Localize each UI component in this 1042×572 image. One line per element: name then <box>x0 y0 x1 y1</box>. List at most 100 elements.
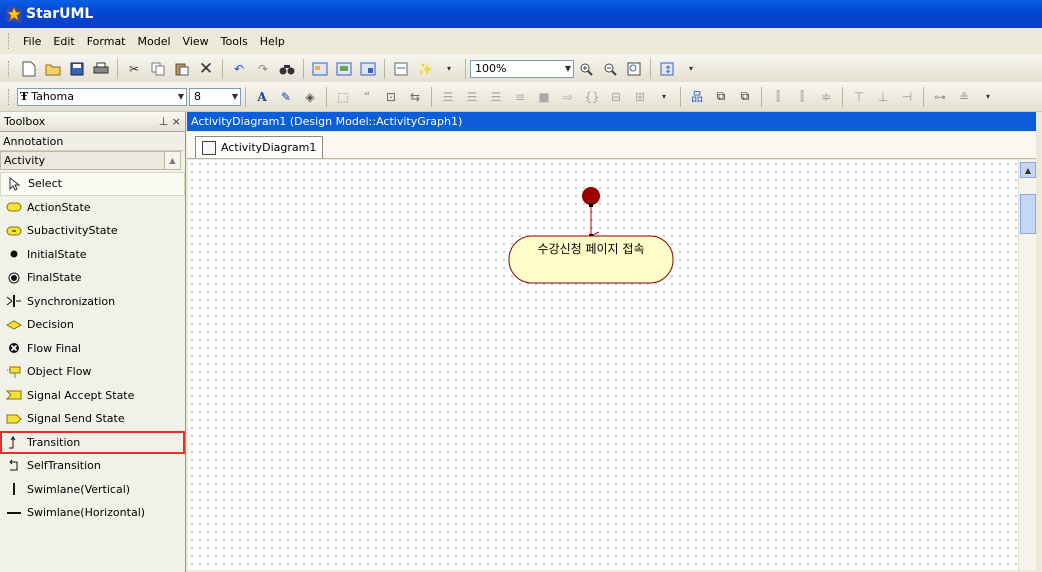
tool-decision[interactable]: Decision <box>0 313 185 337</box>
layout-icon[interactable]: 品 <box>687 87 707 107</box>
magic-icon[interactable]: ✨ <box>415 59 435 79</box>
list-icon[interactable]: ≡ <box>510 87 530 107</box>
tool-initialstate[interactable]: InitialState <box>0 243 185 267</box>
font-color-icon[interactable]: A <box>252 87 272 107</box>
section-activity[interactable]: Activity ▲ <box>0 151 181 170</box>
tool-label: Decision <box>27 318 74 332</box>
tool-signalaccept[interactable]: Signal Accept State <box>0 384 185 408</box>
redo-icon[interactable]: ↷ <box>253 59 273 79</box>
print-icon[interactable] <box>91 59 111 79</box>
zoom-combo[interactable]: 100% ▼ <box>470 59 574 78</box>
diagram-icon-3[interactable] <box>358 59 378 79</box>
font-name-combo[interactable]: Ŧ Tahoma ▼ <box>17 87 187 106</box>
window-title: StarUML <box>26 6 94 22</box>
tool-select[interactable]: Select <box>0 172 185 196</box>
tool-label: Synchronization <box>27 294 116 308</box>
diagram-canvas[interactable]: 수강신청 페이지 접속 <box>188 160 1018 570</box>
new-file-icon[interactable] <box>19 59 39 79</box>
dropdown-arrow-icon[interactable]: ▾ <box>978 87 998 107</box>
menu-help[interactable]: Help <box>254 35 291 48</box>
link-icon[interactable]: ⇨ <box>558 87 578 107</box>
fill-color-icon[interactable]: ◈ <box>300 87 320 107</box>
vertical-scrollbar[interactable]: ▲ <box>1018 160 1036 570</box>
space-vertical-icon[interactable]: ≗ <box>954 87 974 107</box>
toolbar-grip <box>8 60 11 77</box>
stereotype-icon[interactable]: “ <box>357 87 377 107</box>
space-horizontal-icon[interactable]: ⊶ <box>930 87 950 107</box>
transition-icon <box>6 435 22 449</box>
tool-subactivitystate[interactable]: SubactivityState <box>0 219 185 243</box>
dropdown-arrow-icon[interactable]: ▾ <box>439 59 459 79</box>
menu-view[interactable]: View <box>177 35 215 48</box>
box-icon[interactable]: ■ <box>534 87 554 107</box>
scroll-thumb[interactable] <box>1020 194 1036 234</box>
tool-signalsend[interactable]: Signal Send State <box>0 407 185 431</box>
tool-flowfinal[interactable]: Flow Final <box>0 337 185 361</box>
menu-edit[interactable]: Edit <box>47 35 80 48</box>
tool-actionstate[interactable]: ActionState <box>0 196 185 220</box>
font-size-value: 8 <box>194 90 201 103</box>
zoom-fit-icon[interactable] <box>624 59 644 79</box>
tool-transition[interactable]: Transition <box>0 430 185 454</box>
pin-close-icon[interactable]: ⊥ × <box>159 115 181 128</box>
tool-label: FinalState <box>27 271 82 285</box>
font-size-combo[interactable]: 8 ▼ <box>189 87 241 106</box>
tool-finalstate[interactable]: FinalState <box>0 266 185 290</box>
line-color-icon[interactable]: ✎ <box>276 87 296 107</box>
menu-tools[interactable]: Tools <box>215 35 254 48</box>
document-icon[interactable] <box>391 59 411 79</box>
menu-format[interactable]: Format <box>81 35 132 48</box>
tool-synchronization[interactable]: Synchronization <box>0 290 185 314</box>
cut-icon[interactable]: ✂ <box>124 59 144 79</box>
menu-file[interactable]: File <box>17 35 47 48</box>
align-icon[interactable]: ⊟ <box>606 87 626 107</box>
tab-activitydiagram1[interactable]: ActivityDiagram1 <box>195 136 324 158</box>
tool-swimlane-vertical[interactable]: Swimlane(Vertical) <box>0 478 185 502</box>
arrange-icon[interactable]: ⇆ <box>405 87 425 107</box>
align-top-icon[interactable]: ⊤ <box>849 87 869 107</box>
standard-toolbar: ✂ ✕ ↶ ↷ ✨ ▾ 100% ▼ ↕ ▾ <box>0 54 1042 84</box>
find-icon[interactable] <box>277 59 297 79</box>
operations-icon[interactable]: ☰ <box>462 87 482 107</box>
scroll-up-icon[interactable]: ▲ <box>1020 162 1036 178</box>
svg-text:↕: ↕ <box>664 65 672 76</box>
distribute-icon[interactable]: ⊞ <box>630 87 650 107</box>
dropdown-arrow-icon[interactable]: ▾ <box>681 59 701 79</box>
open-folder-icon[interactable] <box>43 59 63 79</box>
delete-icon[interactable]: ✕ <box>196 59 216 79</box>
zoom-in-icon[interactable] <box>576 59 596 79</box>
align-center-icon[interactable]: ≑ <box>816 87 836 107</box>
tool-swimlane-horizontal[interactable]: Swimlane(Horizontal) <box>0 501 185 525</box>
scroll-up-icon[interactable]: ▲ <box>164 152 180 169</box>
tab-label: ActivityDiagram1 <box>221 141 317 154</box>
line-style-icon[interactable]: ⬚ <box>333 87 353 107</box>
properties-icon[interactable]: ☰ <box>486 87 506 107</box>
align-left-icon[interactable]: ⫿ <box>768 87 788 107</box>
section-annotation[interactable]: Annotation <box>0 132 185 151</box>
action-state-label[interactable]: 수강신청 페이지 접속 <box>509 240 673 257</box>
tool-objectflow[interactable]: Object Flow <box>0 360 185 384</box>
send-back-icon[interactable]: ⧉ <box>735 87 755 107</box>
save-icon[interactable] <box>67 59 87 79</box>
braces-icon[interactable]: {} <box>582 87 602 107</box>
attributes-icon[interactable]: ☰ <box>438 87 458 107</box>
tool-selftransition[interactable]: SelfTransition <box>0 454 185 478</box>
paste-icon[interactable] <box>172 59 192 79</box>
zoom-out-icon[interactable] <box>600 59 620 79</box>
undo-icon[interactable]: ↶ <box>229 59 249 79</box>
tool-label: Select <box>28 177 62 191</box>
dropdown-arrow-icon[interactable]: ▾ <box>654 87 674 107</box>
align-right-icon[interactable]: ⫿ <box>792 87 812 107</box>
align-middle-icon[interactable]: ⊣ <box>897 87 917 107</box>
refresh-icon[interactable]: ↕ <box>657 59 677 79</box>
menu-model[interactable]: Model <box>132 35 177 48</box>
suppress-icon[interactable]: ⊡ <box>381 87 401 107</box>
align-bottom-icon[interactable]: ⊥ <box>873 87 893 107</box>
chevron-down-icon: ▼ <box>177 91 184 101</box>
diagram-icon-1[interactable] <box>310 59 330 79</box>
diagram-icon-2[interactable] <box>334 59 354 79</box>
toolbar-separator <box>842 86 843 107</box>
toolbar-separator <box>245 86 246 107</box>
bring-front-icon[interactable]: ⧉ <box>711 87 731 107</box>
copy-icon[interactable] <box>148 59 168 79</box>
